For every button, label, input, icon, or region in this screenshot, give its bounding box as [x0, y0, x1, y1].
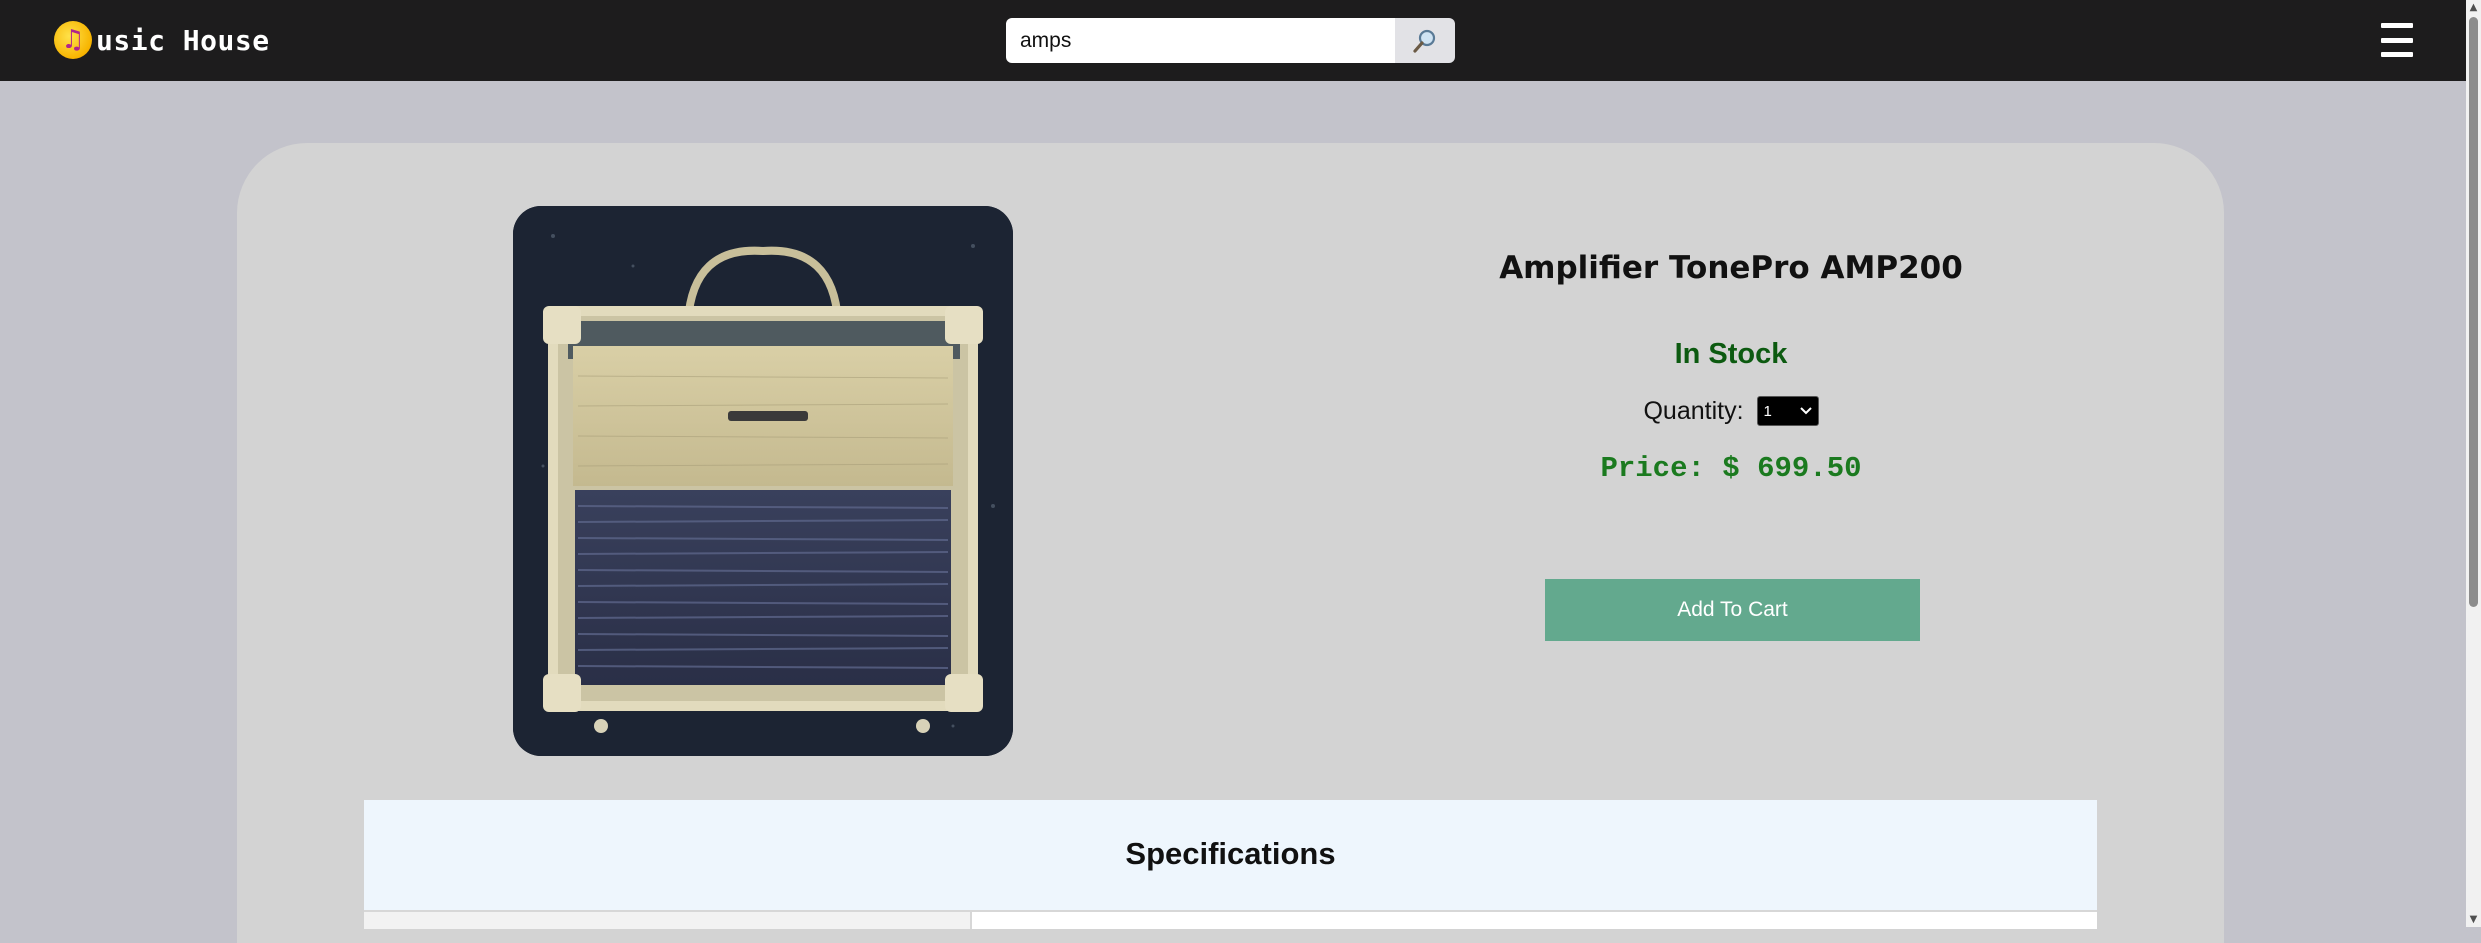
specifications-panel: Specifications [364, 800, 2097, 929]
search-input[interactable] [1006, 18, 1395, 63]
search-button[interactable] [1395, 18, 1455, 63]
top-navbar: ♫ usic House [0, 0, 2466, 81]
guitar-amplifier-image [513, 206, 1013, 756]
chevron-down-icon [1799, 407, 1812, 415]
specifications-heading: Specifications [1125, 836, 1336, 871]
product-price: Price: $ 699.50 [1600, 452, 1862, 485]
page-scrollbar[interactable]: ▲ ▼ [2466, 0, 2481, 927]
search-icon [1413, 29, 1436, 53]
menu-bar [2381, 37, 2413, 43]
product-title: Amplifier TonePro AMP200 [1499, 250, 1963, 286]
music-note-logo-icon: ♫ [54, 21, 92, 59]
specifications-table [364, 910, 2097, 929]
site-name: usic House [96, 23, 270, 57]
quantity-select[interactable]: 1 [1756, 396, 1819, 426]
quantity-value: 1 [1763, 402, 1772, 420]
product-image [513, 206, 1013, 756]
scroll-down-arrow-icon[interactable]: ▼ [2466, 912, 2481, 927]
quantity-label: Quantity: [1643, 396, 1744, 425]
scroll-thumb[interactable] [2469, 17, 2478, 607]
menu-hamburger-icon[interactable] [2381, 23, 2413, 57]
add-to-cart-button[interactable]: Add To Cart [1545, 579, 1920, 641]
quantity-row: Quantity: 1 [1431, 396, 2031, 426]
scroll-up-arrow-icon[interactable]: ▲ [2466, 0, 2481, 15]
spec-table-cell [364, 912, 972, 929]
stock-status: In Stock [1674, 338, 1788, 370]
menu-bar [2381, 23, 2413, 28]
search-bar [1006, 18, 1455, 63]
site-logo[interactable]: ♫ usic House [54, 20, 270, 60]
menu-bar [2381, 52, 2413, 57]
